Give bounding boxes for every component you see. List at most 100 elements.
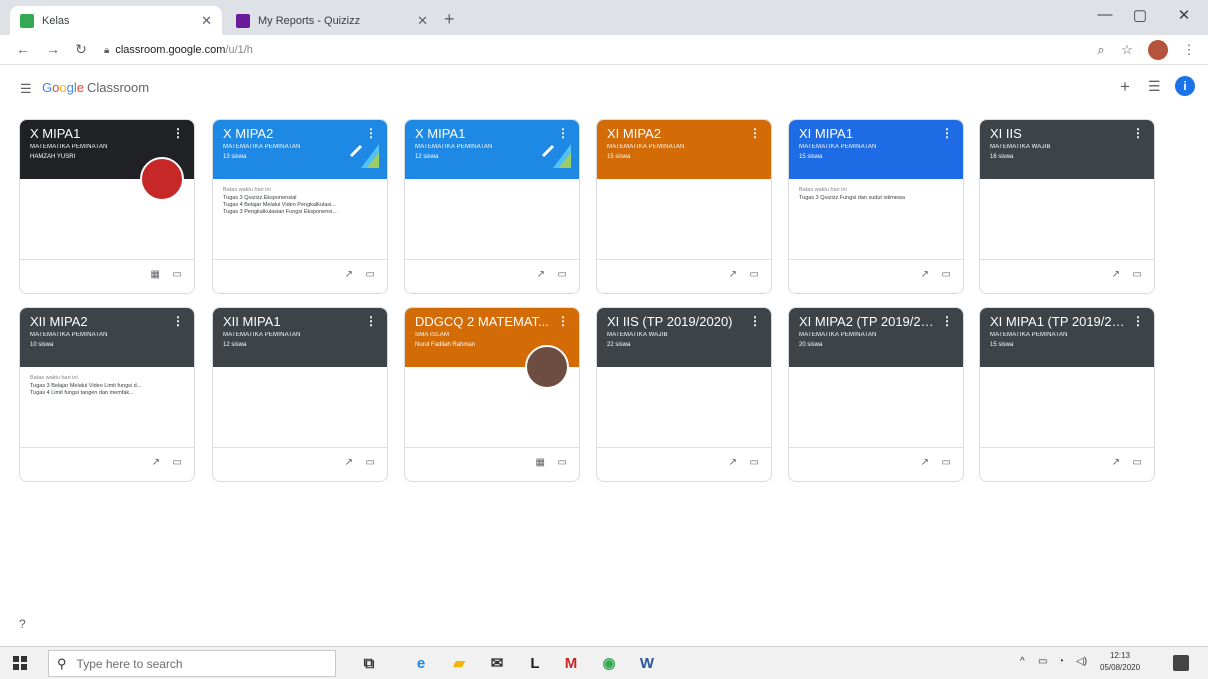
teacher-avatar[interactable] — [525, 345, 569, 389]
chrome-icon[interactable]: ◉ — [598, 652, 620, 674]
class-name[interactable]: X MIPA1 — [30, 126, 165, 141]
class-card-header[interactable]: XII MIPA1 MATEMATIKA PEMINATAN 12 siswa ⋮ — [213, 308, 387, 367]
class-name[interactable]: X MIPA2 — [223, 126, 358, 141]
class-card[interactable]: X MIPA1 MATEMATIKA PEMINATAN HAMZAH YUSRI ⋮… — [19, 119, 195, 294]
class-card[interactable]: XI MIPA2 MATEMATIKA PEMINATAN 15 siswa ⋮ ↗ ▭ — [596, 119, 772, 294]
gradebook-trend-icon[interactable]: ↗ — [921, 457, 929, 468]
class-card-header[interactable]: X MIPA1 MATEMATIKA PEMINATAN 12 siswa ⋮ — [405, 120, 579, 179]
tab-my-reports[interactable]: My Reports - Quizizz ✕ — [226, 6, 438, 35]
main-menu-icon[interactable]: ☰ — [20, 81, 32, 97]
class-folder-icon[interactable]: ▭ — [558, 457, 567, 468]
class-name[interactable]: XI IIS (TP 2019/2020) — [607, 314, 742, 329]
class-card-header[interactable]: XII MIPA2 MATEMATIKA PEMINATAN 10 siswa ⋮ — [20, 308, 194, 367]
url-bar[interactable]: 🔒︎ classroom.google.com /u/1/h — [104, 39, 1094, 61]
card-options-icon[interactable]: ⋮ — [1132, 126, 1144, 140]
gradebook-trend-icon[interactable]: ↗ — [921, 269, 929, 280]
gradebook-trend-icon[interactable]: ↗ — [1112, 457, 1120, 468]
class-card-header[interactable]: XI MIPA1 (TP 2019/20... MATEMATIKA PEMINA… — [980, 308, 1154, 367]
assigned-work-icon[interactable]: ▦ — [151, 269, 160, 280]
class-card[interactable]: XI IIS MATEMATIKA WAJIB 16 siswa ⋮ ↗ ▭ — [979, 119, 1155, 294]
class-card-header[interactable]: X MIPA2 MATEMATIKA PEMINATAN 13 siswa ⋮ — [213, 120, 387, 179]
close-window-button[interactable]: ✕ — [1172, 6, 1196, 24]
class-name[interactable]: XI MIPA2 (TP 2019/20... — [799, 314, 934, 329]
class-folder-icon[interactable]: ▭ — [750, 269, 759, 280]
apps-menu-icon[interactable]: ☰ — [1148, 78, 1161, 95]
class-card-header[interactable]: XI IIS (TP 2019/2020) MATEMATIKA WAJIB 22 … — [597, 308, 771, 367]
class-card[interactable]: XII MIPA2 MATEMATIKA PEMINATAN 10 siswa ⋮ Ba… — [19, 307, 195, 482]
class-name[interactable]: XI MIPA2 — [607, 126, 742, 141]
class-folder-icon[interactable]: ▭ — [1133, 269, 1142, 280]
close-tab-icon[interactable]: ✕ — [201, 13, 212, 29]
assignment-link[interactable]: Tugas 3 Quizizz Fungsi dan sudut istimew… — [799, 195, 953, 202]
windows-start-icon[interactable] — [13, 656, 27, 670]
class-folder-icon[interactable]: ▭ — [366, 269, 375, 280]
battery-icon[interactable]: ▭ — [1038, 656, 1047, 667]
class-name[interactable]: XI IIS — [990, 126, 1125, 141]
profile-avatar[interactable] — [1148, 40, 1168, 60]
class-folder-icon[interactable]: ▭ — [942, 457, 951, 468]
class-card[interactable]: DDGCQ 2 MATEMAT... SMA ISLAM Nurul Fadilah… — [404, 307, 580, 482]
google-classroom-logo[interactable]: Google Classroom — [42, 80, 149, 95]
gradebook-trend-icon[interactable]: ↗ — [729, 457, 737, 468]
account-avatar[interactable]: i — [1175, 76, 1195, 96]
assignment-link[interactable]: Tugas 3 Pengkalkulasian Fungsi Eksponens… — [223, 209, 377, 216]
chrome-menu-icon[interactable]: ⋮ — [1180, 42, 1198, 58]
class-name[interactable]: X MIPA1 — [415, 126, 550, 141]
class-card[interactable]: XI MIPA1 MATEMATIKA PEMINATAN 15 siswa ⋮ Bat… — [788, 119, 964, 294]
class-folder-icon[interactable]: ▭ — [558, 269, 567, 280]
zoom-icon[interactable]: ⌕ — [1092, 42, 1110, 58]
class-card-header[interactable]: XI MIPA2 (TP 2019/20... MATEMATIKA PEMINA… — [789, 308, 963, 367]
class-folder-icon[interactable]: ▭ — [1133, 457, 1142, 468]
card-options-icon[interactable]: ⋮ — [172, 314, 184, 328]
class-name[interactable]: XII MIPA2 — [30, 314, 165, 329]
back-arrow-icon[interactable]: ← — [14, 41, 32, 57]
task-view-icon[interactable]: ⧉ — [358, 652, 380, 674]
tab-kelas[interactable]: Kelas ✕ — [10, 6, 222, 35]
help-icon[interactable]: ? — [19, 617, 26, 631]
class-card[interactable]: XI MIPA1 (TP 2019/20... MATEMATIKA PEMINA… — [979, 307, 1155, 482]
assignment-link[interactable]: Tugas 4 Limit fungsi tangen dan memfak..… — [30, 390, 184, 397]
create-class-button[interactable]: + — [1120, 77, 1130, 97]
mail-icon[interactable]: ✉ — [486, 652, 508, 674]
class-card[interactable]: XII MIPA1 MATEMATIKA PEMINATAN 12 siswa ⋮ ↗ ▭ — [212, 307, 388, 482]
close-tab-icon[interactable]: ✕ — [417, 13, 428, 29]
notification-icon[interactable] — [1173, 655, 1189, 671]
class-folder-icon[interactable]: ▭ — [173, 269, 182, 280]
edge-icon[interactable]: e — [410, 652, 432, 674]
gradebook-trend-icon[interactable]: ↗ — [152, 457, 160, 468]
minimize-button[interactable]: — — [1093, 6, 1117, 23]
new-tab-button[interactable]: + — [444, 9, 455, 30]
assigned-work-icon[interactable]: ▦ — [536, 457, 545, 468]
word-icon[interactable]: W — [636, 652, 658, 674]
class-folder-icon[interactable]: ▭ — [942, 269, 951, 280]
card-options-icon[interactable]: ⋮ — [365, 314, 377, 328]
class-folder-icon[interactable]: ▭ — [366, 457, 375, 468]
gradebook-trend-icon[interactable]: ↗ — [729, 269, 737, 280]
card-options-icon[interactable]: ⋮ — [941, 314, 953, 328]
class-name[interactable]: DDGCQ 2 MATEMAT... — [415, 314, 550, 329]
class-name[interactable]: XI MIPA1 — [799, 126, 934, 141]
class-name[interactable]: XII MIPA1 — [223, 314, 358, 329]
class-card[interactable]: XI MIPA2 (TP 2019/20... MATEMATIKA PEMINA… — [788, 307, 964, 482]
gradebook-trend-icon[interactable]: ↗ — [1112, 269, 1120, 280]
gradebook-trend-icon[interactable]: ↗ — [345, 269, 353, 280]
class-card-header[interactable]: XI IIS MATEMATIKA WAJIB 16 siswa ⋮ — [980, 120, 1154, 179]
reload-icon[interactable]: ↻ — [72, 41, 90, 58]
bookmark-star-icon[interactable]: ☆ — [1118, 42, 1136, 58]
class-folder-icon[interactable]: ▭ — [173, 457, 182, 468]
card-options-icon[interactable]: ⋮ — [749, 126, 761, 140]
volume-icon[interactable]: ◁) — [1076, 656, 1087, 667]
maximize-button[interactable]: ▢ — [1128, 6, 1152, 24]
card-options-icon[interactable]: ⋮ — [1132, 314, 1144, 328]
assignment-link[interactable]: Tugas 3 Quizizz Eksponensial — [223, 195, 377, 202]
class-card[interactable]: X MIPA1 MATEMATIKA PEMINATAN 12 siswa ⋮ ↗ ▭ — [404, 119, 580, 294]
tray-chevron-icon[interactable]: ^ — [1020, 656, 1025, 667]
class-card-header[interactable]: XI MIPA1 MATEMATIKA PEMINATAN 15 siswa ⋮ — [789, 120, 963, 179]
file-explorer-icon[interactable]: ▰ — [448, 652, 470, 674]
mcafee-icon[interactable]: M — [560, 652, 582, 674]
network-icon[interactable]: ◔ — [1058, 656, 1064, 667]
card-options-icon[interactable]: ⋮ — [749, 314, 761, 328]
class-card[interactable]: X MIPA2 MATEMATIKA PEMINATAN 13 siswa ⋮ Bata… — [212, 119, 388, 294]
gradebook-trend-icon[interactable]: ↗ — [345, 457, 353, 468]
card-options-icon[interactable]: ⋮ — [557, 314, 569, 328]
